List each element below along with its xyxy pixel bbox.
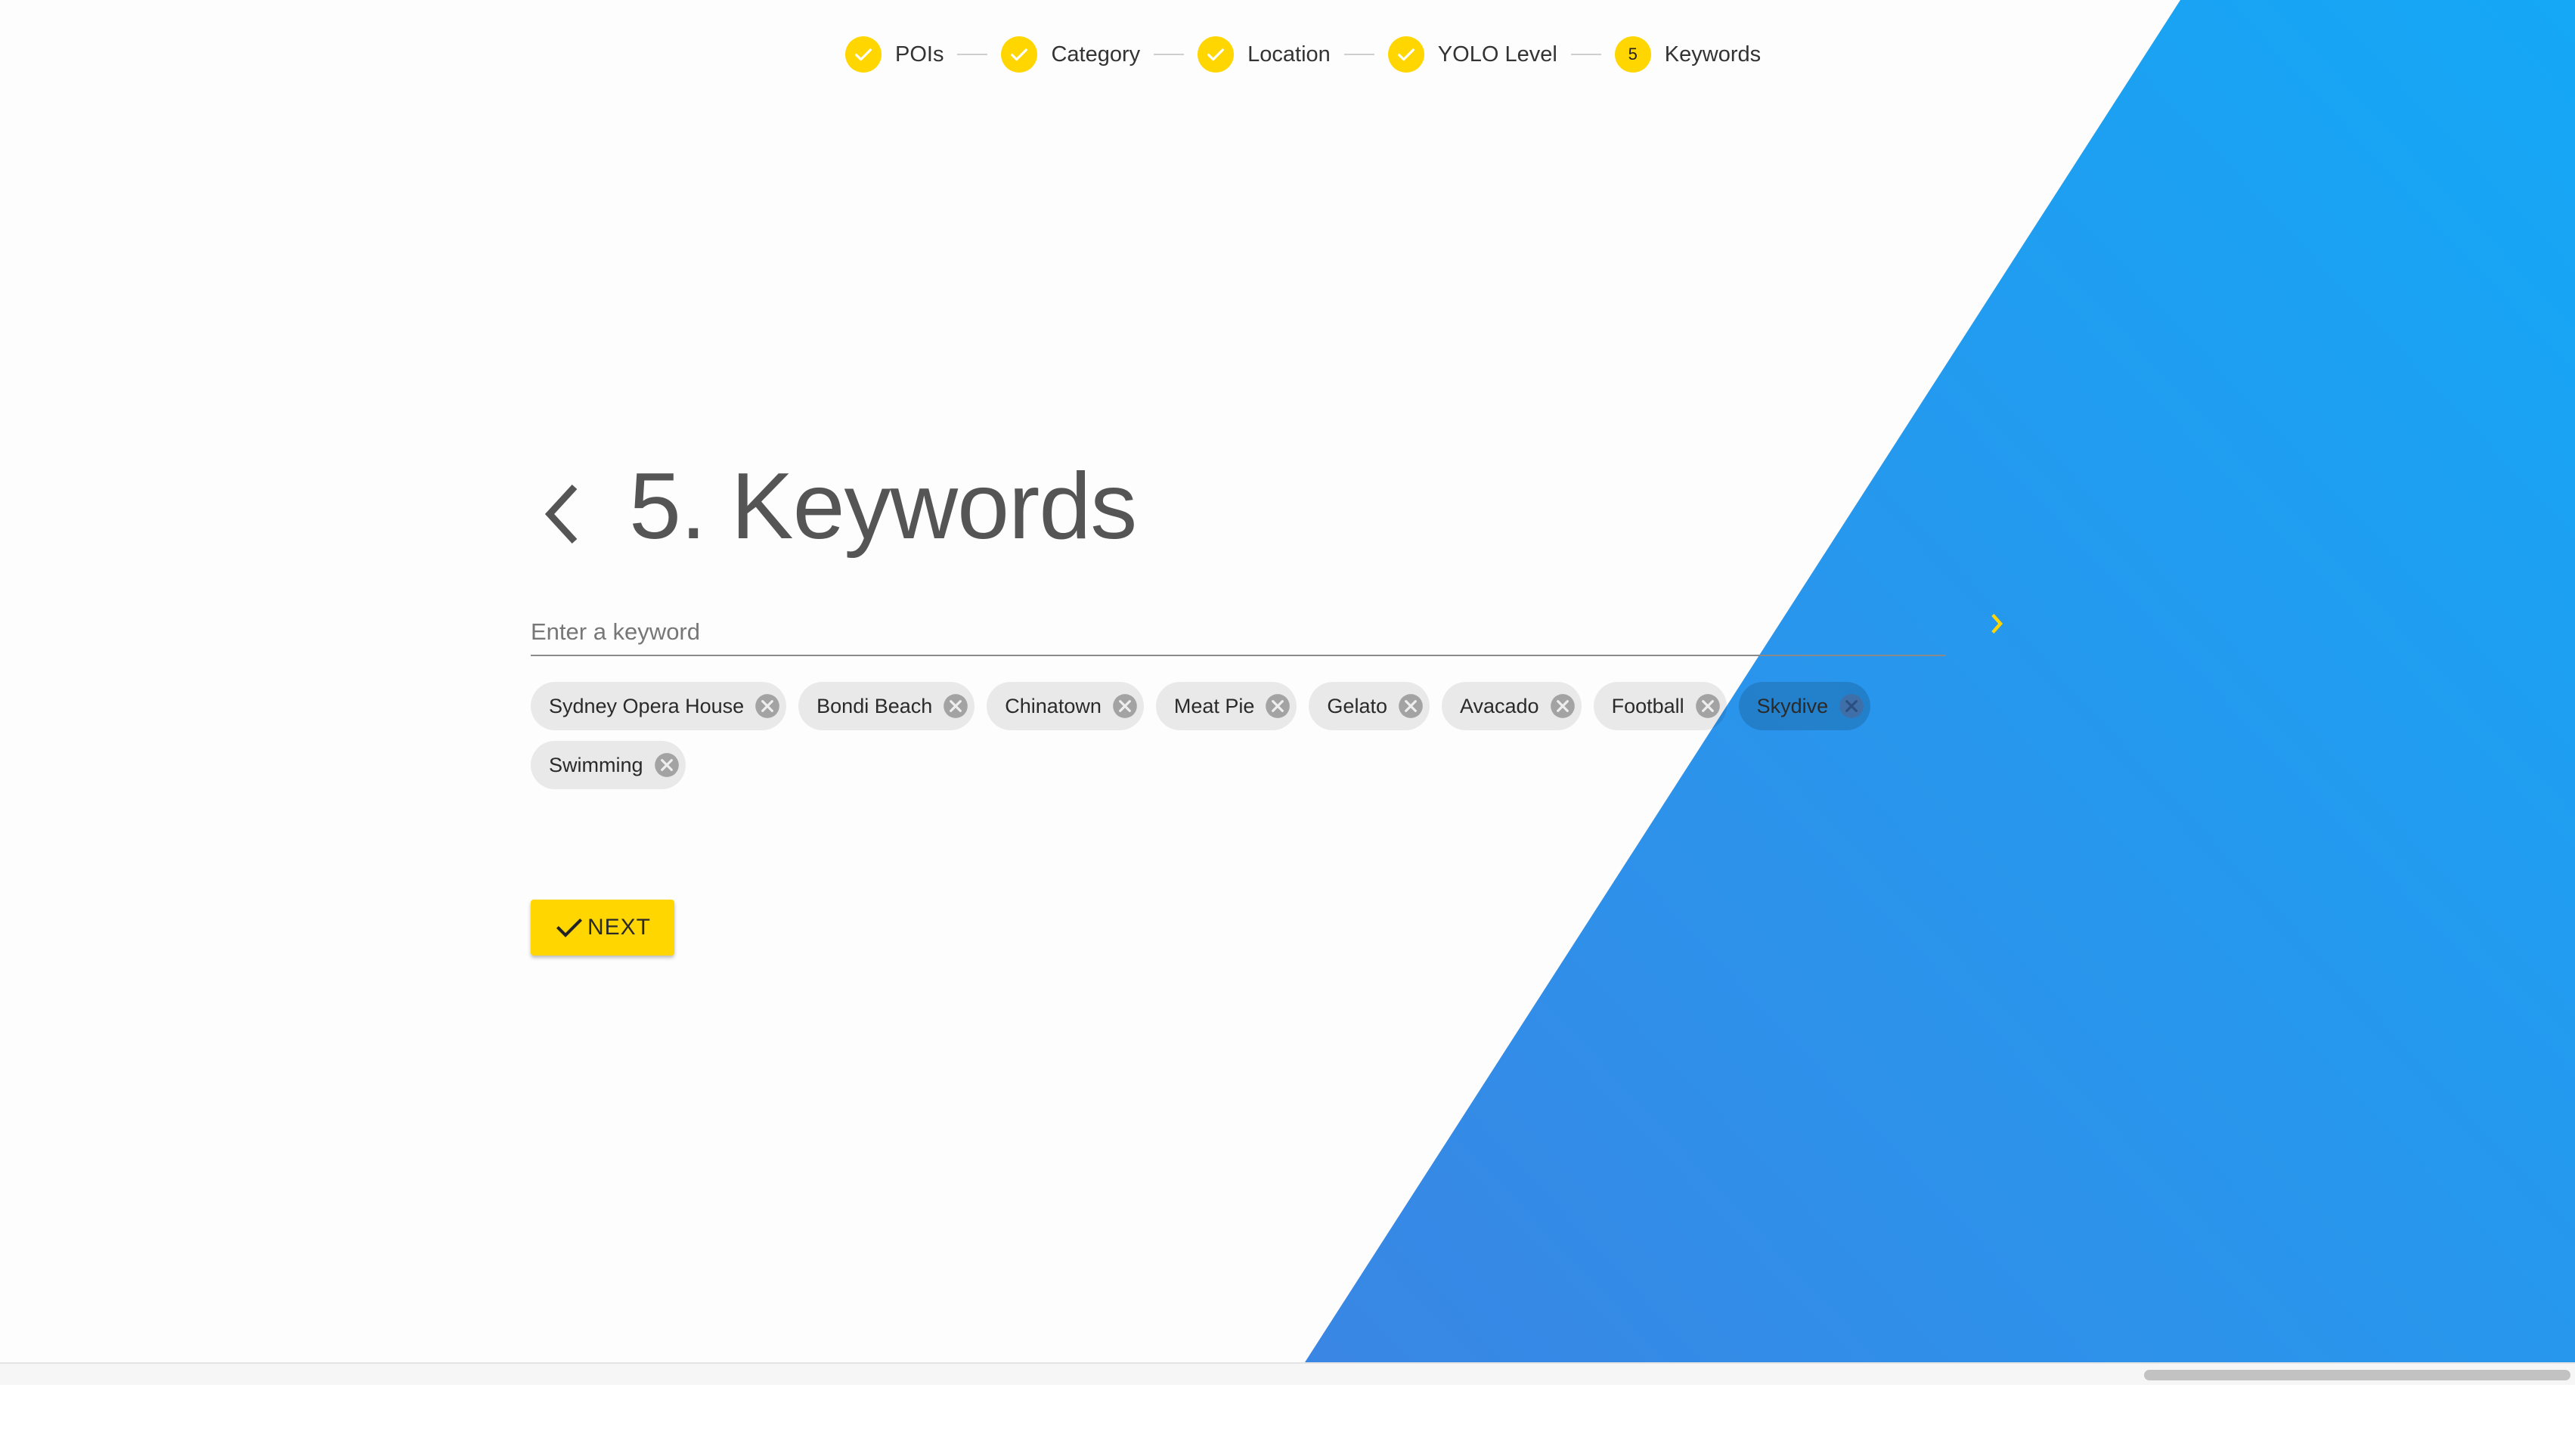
step-connector bbox=[957, 54, 988, 55]
back-button[interactable] bbox=[529, 472, 597, 556]
next-button[interactable]: NEXT bbox=[531, 900, 674, 956]
step-connector bbox=[1154, 54, 1185, 55]
step-number-badge: 5 bbox=[1614, 36, 1651, 73]
chevron-left-icon bbox=[544, 484, 578, 544]
keyword-chip[interactable]: Bondi Beach bbox=[798, 682, 975, 730]
remove-circle-icon[interactable] bbox=[941, 692, 970, 720]
keyword-chip-label: Skydive bbox=[1756, 694, 1829, 717]
next-button-label: NEXT bbox=[587, 915, 651, 940]
step-yolo-level[interactable]: YOLO Level bbox=[1387, 36, 1557, 73]
step-label: POIs bbox=[895, 42, 944, 67]
remove-circle-icon[interactable] bbox=[1263, 692, 1292, 720]
remove-circle-icon[interactable] bbox=[1548, 692, 1577, 720]
check-icon bbox=[1001, 36, 1038, 73]
step-label: Location bbox=[1247, 42, 1331, 67]
step-connector bbox=[1343, 54, 1374, 55]
remove-circle-icon[interactable] bbox=[1693, 692, 1722, 720]
page-title: 5. Keywords bbox=[629, 454, 1137, 559]
keyword-chip-label: Bondi Beach bbox=[817, 694, 933, 717]
keyword-chip-label: Meat Pie bbox=[1173, 694, 1255, 717]
step-pois[interactable]: POIs bbox=[845, 36, 944, 73]
keyword-chip-label: Swimming bbox=[549, 753, 643, 776]
stepper: POIs Category Location YOLO Level 5 Keyw… bbox=[845, 32, 1761, 77]
scrollbar-thumb[interactable] bbox=[2144, 1370, 2570, 1380]
chevron-right-icon bbox=[1991, 613, 2003, 634]
check-icon bbox=[556, 919, 582, 937]
keyword-chip[interactable]: Chinatown bbox=[987, 682, 1144, 730]
check-icon bbox=[845, 36, 882, 73]
keyword-chip-label: Sydney Opera House bbox=[549, 694, 745, 717]
app-window: POIs Category Location YOLO Level 5 Keyw… bbox=[0, 0, 2575, 1456]
step-label: Category bbox=[1051, 42, 1141, 67]
add-keyword-button[interactable] bbox=[1978, 605, 2016, 643]
step-location[interactable]: Location bbox=[1198, 36, 1331, 73]
step-label: Keywords bbox=[1664, 42, 1762, 67]
check-icon bbox=[1387, 36, 1424, 73]
keyword-chip[interactable]: Gelato bbox=[1309, 682, 1430, 730]
keyword-chip[interactable]: Meat Pie bbox=[1155, 682, 1297, 730]
step-connector bbox=[1570, 54, 1601, 55]
title-row: 5. Keywords bbox=[529, 438, 1137, 575]
remove-circle-icon[interactable] bbox=[1837, 692, 1866, 720]
keyword-chip[interactable]: Football bbox=[1593, 682, 1727, 730]
keyword-chip[interactable]: Skydive bbox=[1738, 682, 1871, 730]
keyword-chip-label: Gelato bbox=[1327, 694, 1387, 717]
step-number: 5 bbox=[1628, 45, 1638, 64]
remove-circle-icon[interactable] bbox=[1396, 692, 1425, 720]
remove-circle-icon[interactable] bbox=[753, 692, 782, 720]
step-keywords[interactable]: 5 Keywords bbox=[1614, 36, 1762, 73]
horizontal-scrollbar[interactable] bbox=[0, 1362, 2575, 1385]
check-icon bbox=[1198, 36, 1235, 73]
content-area: POIs Category Location YOLO Level 5 Keyw… bbox=[0, 0, 2575, 1362]
remove-circle-icon[interactable] bbox=[652, 751, 681, 779]
keyword-chip[interactable]: Sydney Opera House bbox=[531, 682, 787, 730]
keyword-chip-label: Football bbox=[1611, 694, 1684, 717]
step-category[interactable]: Category bbox=[1001, 36, 1140, 73]
remove-circle-icon[interactable] bbox=[1111, 692, 1139, 720]
keyword-chip-list: Sydney Opera House Bondi Beach Chinatown Me… bbox=[531, 682, 1967, 789]
step-label: YOLO Level bbox=[1437, 42, 1557, 67]
keyword-input[interactable] bbox=[531, 609, 1946, 656]
blue-background-shape bbox=[1305, 0, 2575, 1362]
keyword-chip-label: Chinatown bbox=[1005, 694, 1102, 717]
keyword-chip-label: Avacado bbox=[1459, 694, 1539, 717]
keyword-chip[interactable]: Swimming bbox=[531, 741, 686, 789]
keyword-chip[interactable]: Avacado bbox=[1441, 682, 1582, 730]
